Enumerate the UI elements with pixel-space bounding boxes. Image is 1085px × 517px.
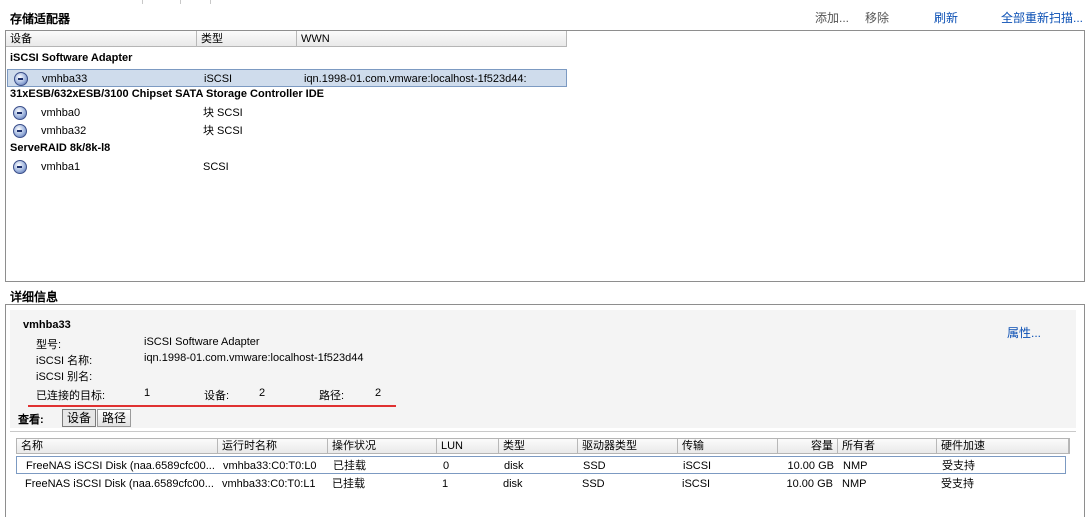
adapter-detail-summary: vmhba33 属性... 型号: iSCSI Software Adapter… bbox=[10, 310, 1076, 428]
hba-adapter-icon bbox=[14, 72, 28, 86]
adapters-list: 设备 类型 WWN iSCSI Software Adapter vmhba33… bbox=[5, 30, 1085, 282]
adapter-device: vmhba33 bbox=[42, 73, 88, 85]
device-name: FreeNAS iSCSI Disk (naa.6589cfc00... bbox=[25, 478, 214, 490]
column-header-capacity[interactable]: 容量 bbox=[778, 439, 838, 453]
column-header-type[interactable]: 类型 bbox=[499, 439, 578, 453]
adapter-row-vmhba32[interactable]: vmhba32 块 SCSI bbox=[7, 122, 567, 140]
refresh-button[interactable]: 刷新 bbox=[934, 9, 958, 26]
device-capacity: 10.00 GB bbox=[786, 478, 833, 490]
model-label: 型号: bbox=[36, 339, 62, 351]
adapter-type: SCSI bbox=[203, 161, 229, 173]
device-name: FreeNAS iSCSI Disk (naa.6589cfc00... bbox=[26, 460, 215, 472]
paths-value: 2 bbox=[375, 387, 382, 399]
connected-targets-label: 已连接的目标: bbox=[36, 390, 106, 402]
hba-adapter-icon bbox=[13, 124, 27, 138]
device-capacity: 10.00 GB bbox=[787, 460, 834, 472]
hba-adapter-icon bbox=[13, 106, 27, 120]
device-owner: NMP bbox=[842, 478, 867, 490]
view-label: 查看: bbox=[18, 414, 44, 426]
column-header-wwn[interactable]: WWN bbox=[297, 31, 567, 47]
column-header-transport[interactable]: 传输 bbox=[678, 439, 778, 453]
adapter-row-vmhba0[interactable]: vmhba0 块 SCSI bbox=[7, 104, 567, 122]
adapter-wwn: iqn.1998-01.com.vmware:localhost-1f523d4… bbox=[304, 73, 527, 85]
adapter-type: 块 SCSI bbox=[203, 107, 243, 119]
device-row[interactable]: FreeNAS iSCSI Disk (naa.6589cfc00... vmh… bbox=[16, 475, 1066, 493]
adapter-group-title: ServeRAID 8k/8k-l8 bbox=[10, 142, 111, 154]
column-header-drive-type[interactable]: 驱动器类型 bbox=[578, 439, 678, 453]
rescan-all-button[interactable]: 全部重新扫描... bbox=[1001, 9, 1083, 26]
device-runtime-name: vmhba33:C0:T0:L1 bbox=[222, 478, 316, 490]
properties-link[interactable]: 属性... bbox=[1007, 324, 1041, 341]
column-header-name[interactable]: 名称 bbox=[17, 439, 218, 453]
connected-targets-value: 1 bbox=[144, 387, 151, 399]
device-runtime-name: vmhba33:C0:T0:L0 bbox=[223, 460, 317, 472]
divider bbox=[10, 431, 1076, 432]
tab-strip-segment bbox=[0, 0, 143, 4]
column-header-lun[interactable]: LUN bbox=[437, 439, 499, 453]
column-header-owner[interactable]: 所有者 bbox=[838, 439, 937, 453]
device-row[interactable]: FreeNAS iSCSI Disk (naa.6589cfc00... vmh… bbox=[16, 456, 1066, 474]
device-transport: iSCSI bbox=[683, 460, 712, 472]
device-owner: NMP bbox=[843, 460, 868, 472]
details-section-title: 详细信息 bbox=[10, 290, 59, 304]
device-drive-type: SSD bbox=[583, 460, 606, 472]
tab-strip-segment bbox=[143, 0, 181, 4]
device-drive-type: SSD bbox=[582, 478, 605, 490]
column-header-runtime-name[interactable]: 运行时名称 bbox=[218, 439, 328, 453]
adapter-row-vmhba33[interactable]: vmhba33 iSCSI iqn.1998-01.com.vmware:loc… bbox=[7, 69, 567, 87]
paths-label: 路径: bbox=[319, 390, 345, 402]
device-transport: iSCSI bbox=[682, 478, 711, 490]
adapter-device: vmhba1 bbox=[41, 161, 81, 173]
annotation-underline bbox=[28, 405, 396, 407]
column-header-status[interactable]: 操作状况 bbox=[328, 439, 437, 453]
column-header-device[interactable]: 设备 bbox=[6, 31, 197, 47]
column-header-type[interactable]: 类型 bbox=[197, 31, 297, 47]
top-tab-strip bbox=[0, 0, 1085, 4]
device-type: disk bbox=[504, 460, 524, 472]
device-hw-accel: 受支持 bbox=[942, 460, 975, 472]
adapter-type: 块 SCSI bbox=[203, 125, 243, 137]
detail-adapter-name: vmhba33 bbox=[23, 319, 71, 331]
add-button[interactable]: 添加... bbox=[815, 9, 849, 26]
adapter-device: vmhba32 bbox=[41, 125, 87, 137]
column-header-hw-accel[interactable]: 硬件加速 bbox=[937, 439, 1069, 453]
device-lun: 0 bbox=[443, 460, 450, 472]
device-status: 已挂载 bbox=[333, 460, 366, 472]
adapter-group-title: iSCSI Software Adapter bbox=[10, 52, 133, 64]
adapter-type: iSCSI bbox=[204, 73, 233, 85]
remove-button[interactable]: 移除 bbox=[865, 9, 889, 26]
hba-adapter-icon bbox=[13, 160, 27, 174]
device-type: disk bbox=[503, 478, 523, 490]
adapter-group-title: 31xESB/632xESB/3100 Chipset SATA Storage… bbox=[10, 88, 325, 100]
device-status: 已挂载 bbox=[332, 478, 365, 490]
view-devices-button[interactable]: 设备 bbox=[62, 409, 97, 427]
details-panel: vmhba33 属性... 型号: iSCSI Software Adapter… bbox=[5, 304, 1085, 517]
device-grid-header: 名称 运行时名称 操作状况 LUN 类型 驱动器类型 传输 容量 所有者 硬件加… bbox=[16, 438, 1070, 454]
view-paths-button[interactable]: 路径 bbox=[97, 409, 132, 427]
adapters-toolbar: 添加... 移除 刷新 全部重新扫描... bbox=[0, 9, 1085, 27]
devices-value: 2 bbox=[259, 387, 266, 399]
iscsi-alias-label: iSCSI 别名: bbox=[36, 371, 93, 383]
model-value: iSCSI Software Adapter bbox=[144, 336, 260, 348]
devices-label: 设备: bbox=[204, 390, 230, 402]
adapter-row-vmhba1[interactable]: vmhba1 SCSI bbox=[7, 158, 567, 176]
device-lun: 1 bbox=[442, 478, 449, 490]
adapter-device: vmhba0 bbox=[41, 107, 81, 119]
adapters-list-header: 设备 类型 WWN bbox=[6, 31, 567, 47]
iscsi-name-label: iSCSI 名称: bbox=[36, 355, 93, 367]
iscsi-name-value: iqn.1998-01.com.vmware:localhost-1f523d4… bbox=[144, 352, 364, 364]
tab-strip-segment bbox=[181, 0, 211, 4]
device-hw-accel: 受支持 bbox=[941, 478, 974, 490]
